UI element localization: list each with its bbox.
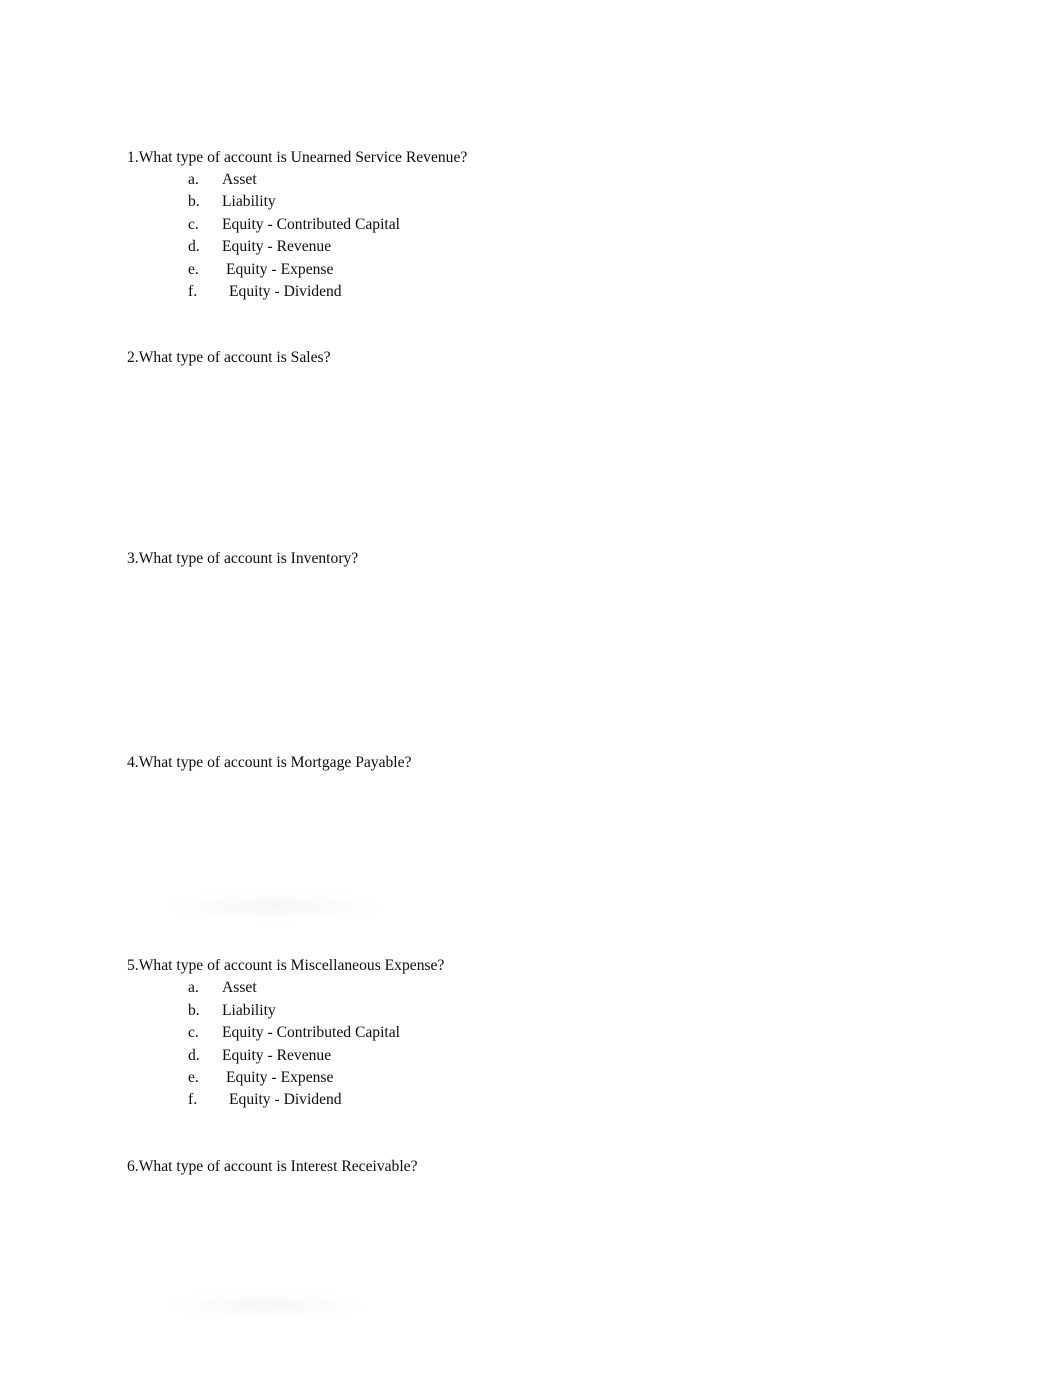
option-marker-1b: b.: [188, 193, 200, 211]
option-label-1a: Asset: [222, 171, 257, 188]
document-page: 1.What type of account is Unearned Servi…: [0, 0, 1062, 1377]
option-item-5e[interactable]: e. Equity - Expense: [127, 1067, 927, 1089]
option-marker-5b: b.: [188, 1001, 200, 1019]
option-marker-5e: e.: [188, 1069, 199, 1087]
question-text-3: 3.What type of account is Inventory?: [127, 550, 359, 568]
option-item-1f[interactable]: f. Equity - Dividend: [127, 281, 927, 303]
question-text-6: 6.What type of account is Interest Recei…: [127, 1157, 418, 1175]
question-block-2: 2.What type of account is Sales?: [127, 347, 927, 548]
document-body: 1.What type of account is Unearned Servi…: [127, 147, 927, 1358]
question-text-1: 1.What type of account is Unearned Servi…: [127, 149, 468, 166]
question-text-4: 4.What type of account is Mortgage Payab…: [127, 754, 412, 772]
option-marker-5d: d.: [188, 1046, 200, 1064]
question-text-2: 2.What type of account is Sales?: [127, 349, 331, 367]
question-block-6: 6.What type of account is Interest Recei…: [127, 1156, 927, 1358]
answer-space-4[interactable]: [127, 774, 927, 955]
option-marker-5a: a.: [188, 979, 199, 997]
option-marker-1f: f.: [188, 283, 198, 301]
option-marker-5f: f.: [188, 1091, 198, 1109]
question-block-4: 4.What type of account is Mortgage Payab…: [127, 752, 927, 955]
answer-space-6[interactable]: [127, 1178, 927, 1358]
option-label-5e: Equity - Expense: [226, 1069, 334, 1087]
option-label-5b: Liability: [222, 1001, 276, 1019]
option-list-1: a. Asset b. Liability c. Equity - Contribut…: [127, 169, 927, 303]
answer-space-3[interactable]: [127, 570, 927, 752]
option-marker-1d: d.: [188, 238, 200, 256]
option-label-1d: Equity - Revenue: [222, 238, 332, 256]
option-label-1c: Equity - Contributed Capital: [222, 215, 401, 233]
option-item-1a[interactable]: a. Asset: [127, 169, 927, 191]
answer-space-2[interactable]: [127, 369, 927, 548]
option-item-5d[interactable]: d. Equity - Revenue: [127, 1045, 927, 1067]
option-marker-1e: e.: [188, 260, 199, 278]
option-item-5b[interactable]: b. Liability: [127, 1000, 927, 1022]
option-label-5f: Equity - Dividend: [229, 1091, 342, 1109]
option-item-1d[interactable]: d. Equity - Revenue: [127, 236, 927, 258]
option-marker-1c: c.: [188, 215, 199, 233]
option-label-1f: Equity - Dividend: [229, 283, 342, 301]
option-label-5a: Asset: [222, 979, 257, 997]
question-text-5: 5.What type of account is Miscellaneous …: [127, 957, 445, 975]
question-block-3: 3.What type of account is Inventory?: [127, 548, 927, 752]
option-item-1c[interactable]: c. Equity - Contributed Capital: [127, 214, 927, 236]
option-item-5f[interactable]: f. Equity - Dividend: [127, 1089, 927, 1111]
option-label-5d: Equity - Revenue: [222, 1046, 332, 1064]
option-label-1b: Liability: [222, 193, 276, 211]
option-label-5c: Equity - Contributed Capital: [222, 1024, 401, 1042]
option-list-5: a. Asset b. Liability c. Equity - Contribut…: [127, 977, 927, 1111]
option-item-1e[interactable]: e. Equity - Expense: [127, 259, 927, 281]
option-marker-1a: a.: [188, 171, 199, 188]
question-block-5: 5.What type of account is Miscellaneous …: [127, 955, 927, 1111]
option-item-5c[interactable]: c. Equity - Contributed Capital: [127, 1022, 927, 1044]
option-marker-5c: c.: [188, 1024, 199, 1042]
option-item-5a[interactable]: a. Asset: [127, 977, 927, 999]
option-label-1e: Equity - Expense: [226, 260, 334, 278]
option-item-1b[interactable]: b. Liability: [127, 191, 927, 213]
question-block-1: 1.What type of account is Unearned Servi…: [127, 147, 927, 303]
